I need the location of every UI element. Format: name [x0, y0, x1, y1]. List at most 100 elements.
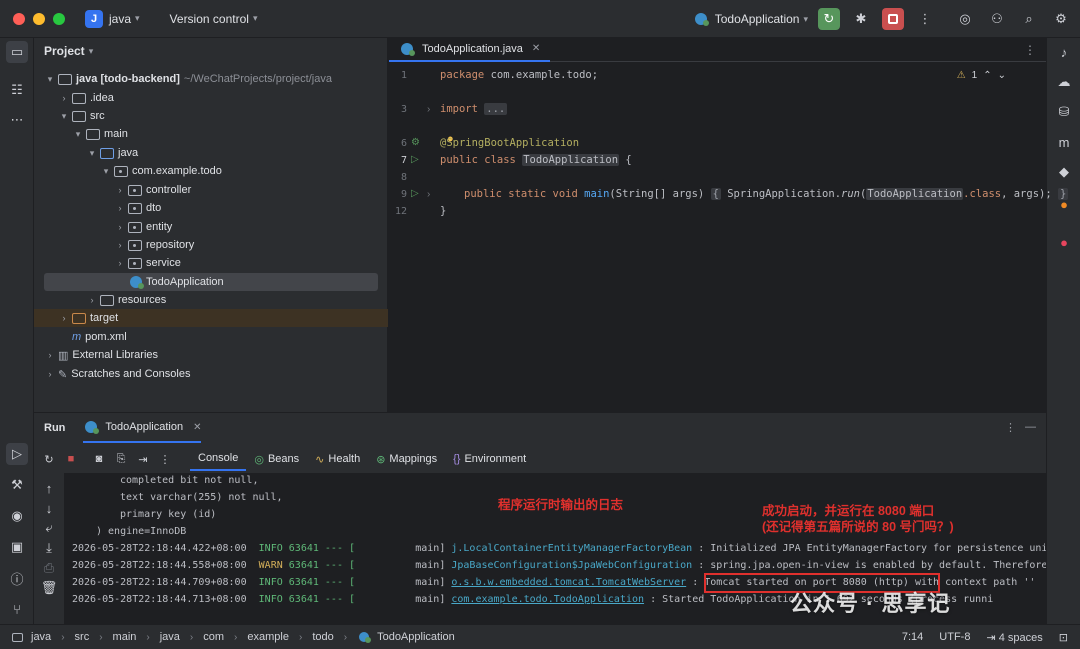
tree-item-controller[interactable]: › controller — [34, 181, 388, 199]
problems-icon[interactable]: ⓘ — [6, 567, 28, 589]
terminal-icon[interactable]: ▣ — [6, 536, 28, 558]
tab-console[interactable]: Console — [190, 447, 247, 471]
run-gutter-icon[interactable]: ▷ — [411, 154, 419, 165]
fold-chevron-icon[interactable]: › — [427, 104, 430, 115]
project-folder-icon[interactable]: ▭ — [6, 41, 28, 63]
ai-chat-icon[interactable]: ☁ — [1053, 71, 1075, 93]
ai-assistant-icon[interactable]: ◎ — [954, 8, 976, 30]
more-tools-icon[interactable]: ⋯ — [6, 109, 28, 131]
tab-beans[interactable]: ◎ Beans — [246, 447, 307, 471]
minimize-panel-icon[interactable]: — — [1025, 421, 1036, 433]
tab-mappings[interactable]: ⊛ Mappings — [368, 447, 445, 471]
chevron-down-icon[interactable]: ⌄ — [998, 70, 1006, 81]
tree-item-todoapplication[interactable]: TodoApplication — [44, 273, 378, 291]
inspection-widget[interactable]: ⚠ 1 ⌃ ⌄ — [957, 70, 1006, 81]
add-user-icon[interactable]: ⚇ — [986, 8, 1008, 30]
services-icon[interactable]: ◉ — [6, 505, 28, 527]
vcs-menu[interactable]: Version control ▾ — [170, 12, 258, 26]
scroll-to-end-icon[interactable]: ⤓ — [38, 537, 60, 559]
stop-icon[interactable]: ■ — [62, 453, 80, 465]
more-vertical-icon[interactable]: ⋮ — [156, 453, 174, 466]
tree-item-package[interactable]: ▾ com.example.todo — [34, 162, 388, 180]
structure-icon[interactable]: ☷ — [6, 79, 28, 101]
plugin-red-icon[interactable]: ● — [1053, 231, 1075, 253]
arrow-up-icon[interactable]: ↑ — [38, 477, 60, 499]
chevron-down-icon: ▾ — [135, 13, 140, 23]
settings-gear-icon[interactable]: ⚙ — [1050, 8, 1072, 30]
file-encoding[interactable]: UTF-8 — [939, 631, 970, 643]
breadcrumb-item[interactable]: java — [160, 631, 180, 643]
rerun-icon[interactable]: ↻ — [40, 453, 58, 466]
breadcrumb-item[interactable]: example — [247, 631, 289, 643]
maximize-window-button[interactable] — [53, 12, 65, 25]
tree-item-repository[interactable]: › repository — [34, 236, 388, 254]
git-branch-icon[interactable]: ⑂ — [6, 598, 28, 620]
trash-icon[interactable]: 🗑 — [38, 577, 60, 599]
editor-tab-todoapplication[interactable]: TodoApplication.java ✕ — [389, 38, 551, 62]
fold-chevron-icon[interactable]: › — [427, 189, 430, 200]
run-tool-icon[interactable]: ▷ — [6, 443, 28, 465]
caret-position[interactable]: 7:14 — [902, 631, 923, 643]
build-hammer-icon[interactable]: ⚒ — [6, 474, 28, 496]
tree-item-src[interactable]: ▾ src — [34, 107, 388, 125]
more-vertical-icon[interactable]: ⋮ — [1024, 43, 1036, 57]
run-gutter-icon[interactable]: ▷ — [411, 188, 419, 199]
tree-item-scratches[interactable]: › ✎ Scratches and Consoles — [34, 365, 388, 383]
stop-button[interactable] — [882, 8, 904, 30]
tree-item-target[interactable]: › target — [34, 309, 388, 327]
print-icon[interactable]: ⎙ — [38, 557, 60, 579]
breadcrumb-item[interactable]: src — [75, 631, 90, 643]
readonly-lock-icon[interactable]: ⊡ — [1059, 631, 1068, 644]
more-actions-icon[interactable]: ⋮ — [914, 8, 936, 30]
debug-bug-icon[interactable]: ✱ — [850, 8, 872, 30]
rerun-button[interactable]: ↻ — [818, 8, 840, 30]
tree-item-main[interactable]: ▾ main — [34, 125, 388, 143]
minimize-window-button[interactable] — [33, 12, 45, 25]
close-window-button[interactable] — [13, 12, 25, 25]
indent-setting[interactable]: ⇥ 4 spaces — [986, 631, 1042, 644]
tree-item-entity[interactable]: › entity — [34, 218, 388, 236]
tree-item-dto[interactable]: › dto — [34, 199, 388, 217]
run-config-selector[interactable]: TodoApplication ▾ — [693, 12, 808, 26]
database-icon[interactable]: ⛁ — [1053, 101, 1075, 123]
run-config-tab[interactable]: TodoApplication ✕ — [83, 413, 202, 443]
tree-item-external-libraries[interactable]: › ▥ External Libraries — [34, 346, 388, 364]
breadcrumb-item[interactable]: com — [203, 631, 224, 643]
tree-item-pom[interactable]: m pom.xml — [34, 328, 388, 346]
close-icon[interactable]: ✕ — [193, 422, 201, 433]
export-icon[interactable]: ⎘ — [112, 453, 130, 466]
folded-imports[interactable]: ... — [484, 103, 508, 115]
tree-label: TodoApplication — [146, 276, 224, 288]
project-badge-icon: J — [85, 9, 103, 28]
soft-wrap-icon[interactable]: ⤶ — [38, 517, 60, 539]
arrow-down-icon[interactable]: ↓ — [38, 497, 60, 519]
tree-label: main — [104, 128, 128, 140]
close-icon[interactable]: ✕ — [532, 43, 540, 54]
project-panel-header[interactable]: Project ▾ — [34, 38, 387, 64]
tree-item-java[interactable]: ▾ java — [34, 144, 388, 162]
breadcrumb-item[interactable]: java — [31, 631, 51, 643]
project-switcher[interactable]: java ▾ — [109, 12, 140, 26]
breadcrumb-item[interactable]: todo — [312, 631, 333, 643]
tab-label: Health — [328, 453, 361, 465]
tab-health[interactable]: ∿ Health — [307, 447, 368, 471]
tab-environment[interactable]: {} Environment — [445, 447, 534, 471]
layout-icon[interactable]: ⇥ — [134, 453, 152, 466]
tree-item-resources[interactable]: › resources — [34, 291, 388, 309]
code-editor[interactable]: TodoApplication.java ✕ ⋮ ⚠ 1 ⌃ ⌄ 1 3 6 7… — [389, 38, 1069, 412]
chevron-up-icon[interactable]: ⌃ — [983, 70, 991, 81]
more-vertical-icon[interactable]: ⋮ — [1005, 421, 1016, 434]
breadcrumb-item[interactable]: TodoApplication — [377, 631, 455, 643]
gradle-icon[interactable]: ◆ — [1053, 161, 1075, 183]
breadcrumb-item[interactable]: main — [113, 631, 137, 643]
tree-item-root[interactable]: ▾ java [todo-backend] ~/WeChatProjects/p… — [34, 70, 388, 88]
camera-icon[interactable]: ◙ — [90, 453, 108, 465]
spring-bean-gutter-icon[interactable]: ⚙ — [411, 137, 420, 148]
maven-icon[interactable]: m — [1053, 131, 1075, 153]
chevron-right-icon: › — [62, 93, 66, 103]
package-icon — [128, 184, 142, 196]
notifications-bell-icon[interactable]: ♪ — [1053, 41, 1075, 63]
tree-item-service[interactable]: › service — [34, 254, 388, 272]
search-icon[interactable]: ⌕ — [1018, 8, 1040, 30]
tree-item-idea[interactable]: › .idea — [34, 89, 388, 107]
